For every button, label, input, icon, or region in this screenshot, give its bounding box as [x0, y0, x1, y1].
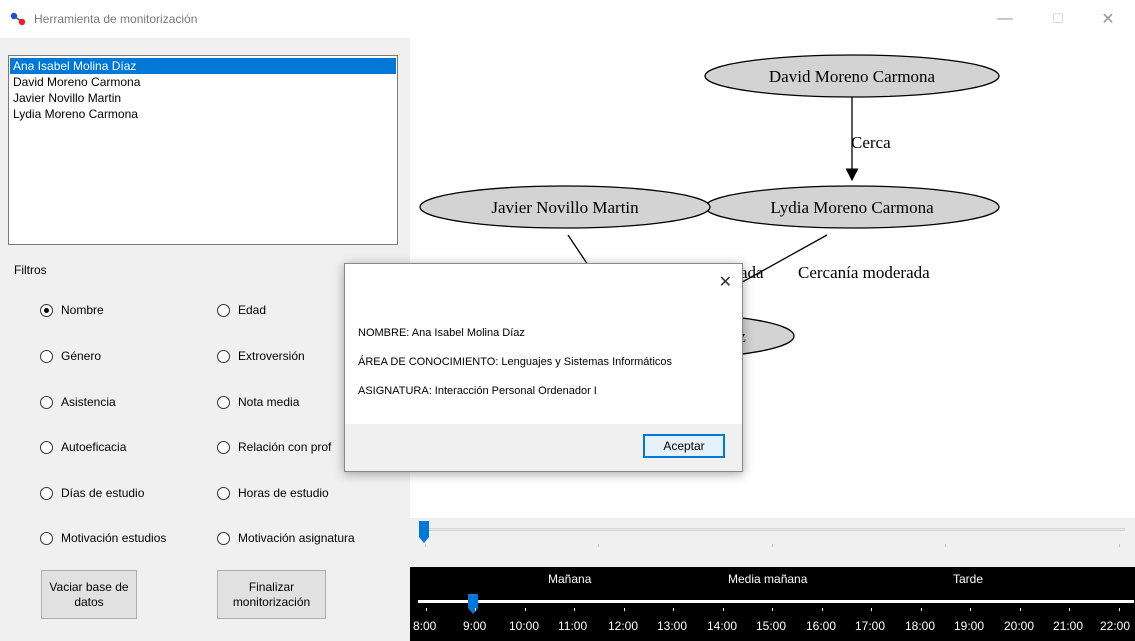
timeline-tick [871, 608, 872, 611]
hour-label: 8:00 [413, 619, 437, 633]
dialog-subject-line: ASIGNATURA: Interacción Personal Ordenad… [358, 385, 597, 397]
svg-text:David Moreno Carmona: David Moreno Carmona [769, 67, 936, 86]
minimize-button[interactable]: — [982, 0, 1028, 38]
timeline-track[interactable] [418, 600, 1134, 603]
dialog-name-line: NOMBRE: Ana Isabel Molina Díaz [358, 327, 525, 339]
timeline-tick [574, 608, 575, 611]
trackbar-thumb[interactable] [418, 520, 430, 544]
hour-label: 14:00 [707, 619, 738, 633]
timeline-tick [772, 608, 773, 611]
trackbar-tick [425, 544, 426, 547]
trackbar-track[interactable] [425, 528, 1125, 531]
app-icon [10, 12, 26, 26]
hour-label: 10:00 [509, 619, 540, 633]
people-listbox[interactable]: Ana Isabel Molina Díaz David Moreno Carm… [8, 55, 398, 245]
timeline-tick [921, 608, 922, 611]
period-label: Mañana [548, 572, 592, 586]
finish-monitoring-button[interactable]: Finalizar monitorización [217, 570, 326, 619]
list-item[interactable]: Ana Isabel Molina Díaz [10, 58, 396, 74]
edge-label: ada [740, 263, 764, 282]
timeline-tick [475, 608, 476, 611]
trackbar-tick [598, 544, 599, 547]
trackbar-tick [1119, 544, 1120, 547]
radio-button-icon[interactable] [40, 395, 53, 409]
edge-label: Cerca [851, 133, 891, 152]
graph-node[interactable]: Lydia Moreno Carmona [704, 185, 1000, 229]
hour-label: 20:00 [1004, 619, 1035, 633]
hour-label: 21:00 [1053, 619, 1084, 633]
hour-label: 18:00 [905, 619, 936, 633]
hour-label: 22:00 [1100, 619, 1131, 633]
dialog-area-line: ÁREA DE CONOCIMIENTO: Lenguajes y Sistem… [358, 356, 673, 368]
filter-radio-extroversion[interactable]: Extroversión [217, 349, 305, 363]
filter-radio-edad[interactable]: Edad [217, 303, 266, 317]
filter-radio-autoeficacia[interactable]: Autoeficacia [40, 440, 126, 454]
radio-button-icon[interactable] [217, 303, 230, 317]
accept-button[interactable]: Aceptar [643, 434, 725, 458]
trackbar-tick [772, 544, 773, 547]
close-window-button[interactable]: ✕ [1085, 0, 1131, 38]
graph-node[interactable]: David Moreno Carmona [704, 54, 1000, 98]
list-item[interactable]: Javier Novillo Martin [10, 90, 396, 106]
hour-label: 19:00 [954, 619, 985, 633]
filter-radio-motivacion-asignatura[interactable]: Motivación asignatura [217, 531, 355, 545]
hour-label: 9:00 [463, 619, 487, 633]
svg-text:Lydia Moreno Carmona: Lydia Moreno Carmona [770, 198, 934, 217]
graph-node[interactable]: Javier Novillo Martin [419, 185, 711, 229]
title-bar: Herramienta de monitorización — ☐ ✕ [0, 0, 1135, 38]
radio-button-icon[interactable] [217, 440, 230, 454]
list-item[interactable]: Lydia Moreno Carmona [10, 106, 396, 122]
radio-button-icon[interactable] [217, 395, 230, 409]
hour-label: 11:00 [558, 619, 588, 633]
radio-button-icon[interactable] [40, 531, 53, 545]
dialog-close-button[interactable]: ✕ [719, 272, 732, 292]
hour-label: 16:00 [806, 619, 837, 633]
timeline-panel[interactable]: Mañana Media mañana Tarde 8:00 9:00 10:0… [410, 567, 1135, 641]
radio-button-icon[interactable] [217, 486, 230, 500]
timeline-tick [1069, 608, 1070, 611]
window-title: Herramienta de monitorización [34, 12, 198, 26]
timeline-tick [723, 608, 724, 611]
dialog-footer: Aceptar [345, 424, 742, 471]
filter-radio-genero[interactable]: Género [40, 349, 101, 363]
time-trackbar[interactable] [410, 518, 1135, 567]
filter-radio-nombre[interactable]: Nombre [40, 303, 104, 317]
svg-text:Javier Novillo Martin: Javier Novillo Martin [491, 198, 639, 217]
radio-button-icon[interactable] [40, 440, 53, 454]
filter-radio-motivacion-estudios[interactable]: Motivación estudios [40, 531, 166, 545]
hour-label: 15:00 [756, 619, 787, 633]
radio-button-icon[interactable] [40, 349, 53, 363]
timeline-tick [1119, 608, 1120, 611]
info-dialog: ✕ NOMBRE: Ana Isabel Molina Díaz ÁREA DE… [344, 263, 743, 472]
timeline-tick [525, 608, 526, 611]
hour-label: 12:00 [608, 619, 639, 633]
radio-button-icon[interactable] [217, 349, 230, 363]
period-label: Media mañana [728, 572, 808, 586]
edge-label: Cercanía moderada [798, 263, 930, 282]
timeline-tick [673, 608, 674, 611]
timeline-thumb[interactable] [467, 593, 479, 615]
filter-radio-asistencia[interactable]: Asistencia [40, 395, 116, 409]
filter-radio-relacion-profesor[interactable]: Relación con prof [217, 440, 331, 454]
filter-radio-nota-media[interactable]: Nota media [217, 395, 299, 409]
maximize-button[interactable]: ☐ [1035, 0, 1081, 38]
timeline-tick [426, 608, 427, 611]
filters-label: Filtros [14, 263, 47, 277]
filter-radio-dias-estudio[interactable]: Días de estudio [40, 486, 144, 500]
radio-button-icon[interactable] [40, 303, 53, 317]
timeline-tick [624, 608, 625, 611]
hour-label: 13:00 [657, 619, 688, 633]
empty-database-button[interactable]: Vaciar base de datos [41, 570, 137, 619]
radio-button-icon[interactable] [217, 531, 230, 545]
trackbar-tick [945, 544, 946, 547]
hour-label: 17:00 [855, 619, 886, 633]
timeline-tick [970, 608, 971, 611]
list-item[interactable]: David Moreno Carmona [10, 74, 396, 90]
radio-button-icon[interactable] [40, 486, 53, 500]
timeline-tick [822, 608, 823, 611]
filter-radio-horas-estudio[interactable]: Horas de estudio [217, 486, 329, 500]
period-label: Tarde [953, 572, 984, 586]
timeline-tick [1020, 608, 1021, 611]
